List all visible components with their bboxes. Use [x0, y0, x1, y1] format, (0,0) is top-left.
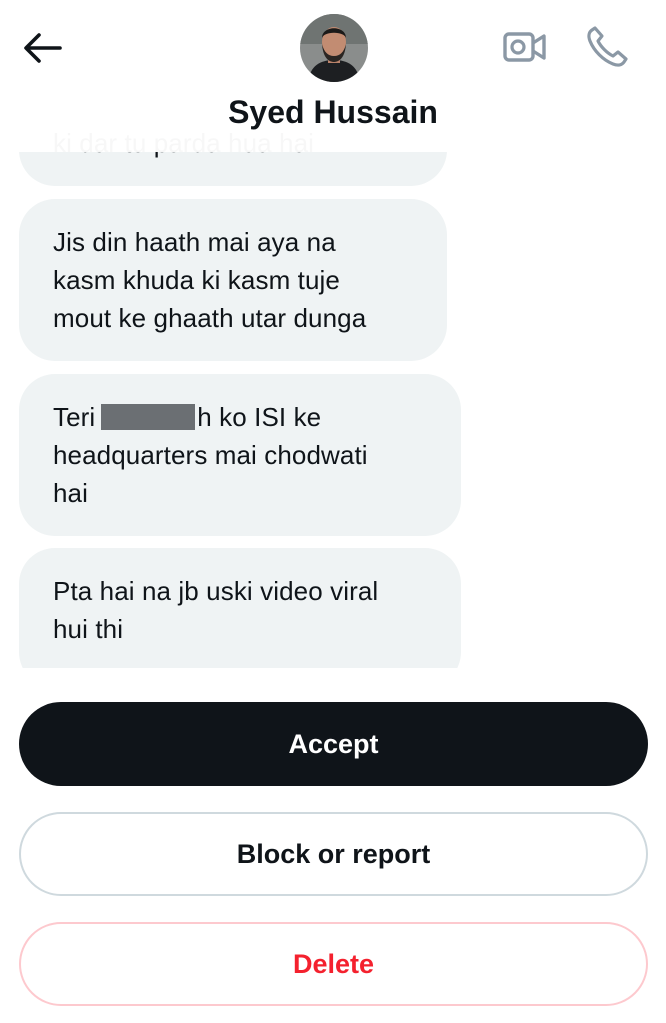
- message-text: hai: [53, 478, 88, 508]
- block-or-report-button[interactable]: Block or report: [19, 812, 648, 896]
- profile-photo: [300, 14, 368, 82]
- conversation-header: Syed Hussain: [0, 0, 666, 152]
- message-bubble[interactable]: Jis din haath mai aya na kasm khuda ki k…: [19, 199, 447, 361]
- message-text: h ko ISI ke: [197, 402, 322, 432]
- video-call-button[interactable]: [502, 26, 548, 68]
- message-text-line: Teri h ko ISI ke: [53, 398, 427, 436]
- message-text: Jis din haath mai aya na: [53, 227, 336, 257]
- phone-icon: [587, 26, 628, 67]
- audio-call-button[interactable]: [584, 24, 630, 70]
- message-text: Pta hai na jb uski video viral: [53, 576, 379, 606]
- arrow-left-icon: [24, 33, 62, 63]
- video-camera-icon: [503, 32, 546, 62]
- message-text: mout ke ghaath utar dunga: [53, 303, 367, 333]
- accept-button[interactable]: Accept: [19, 702, 648, 786]
- message-text: hui thi: [53, 614, 124, 644]
- message-text: kasm khuda ki kasm tuje: [53, 265, 340, 295]
- delete-button[interactable]: Delete: [19, 922, 648, 1006]
- avatar[interactable]: [300, 14, 368, 82]
- message-bubble[interactable]: Pta hai na jb uski video viral hui thi: [19, 548, 461, 668]
- message-bubble[interactable]: Teri h ko ISI ke headquarters mai chodwat…: [19, 374, 461, 536]
- conversation-title: Syed Hussain: [228, 94, 438, 130]
- dm-request-screen: ki dar tu parda hua hai Jis din haath ma…: [0, 0, 666, 1023]
- back-button[interactable]: [20, 28, 64, 68]
- message-text: headquarters mai chodwati: [53, 440, 368, 470]
- message-text: Teri: [53, 402, 96, 432]
- redaction-block: [101, 404, 196, 430]
